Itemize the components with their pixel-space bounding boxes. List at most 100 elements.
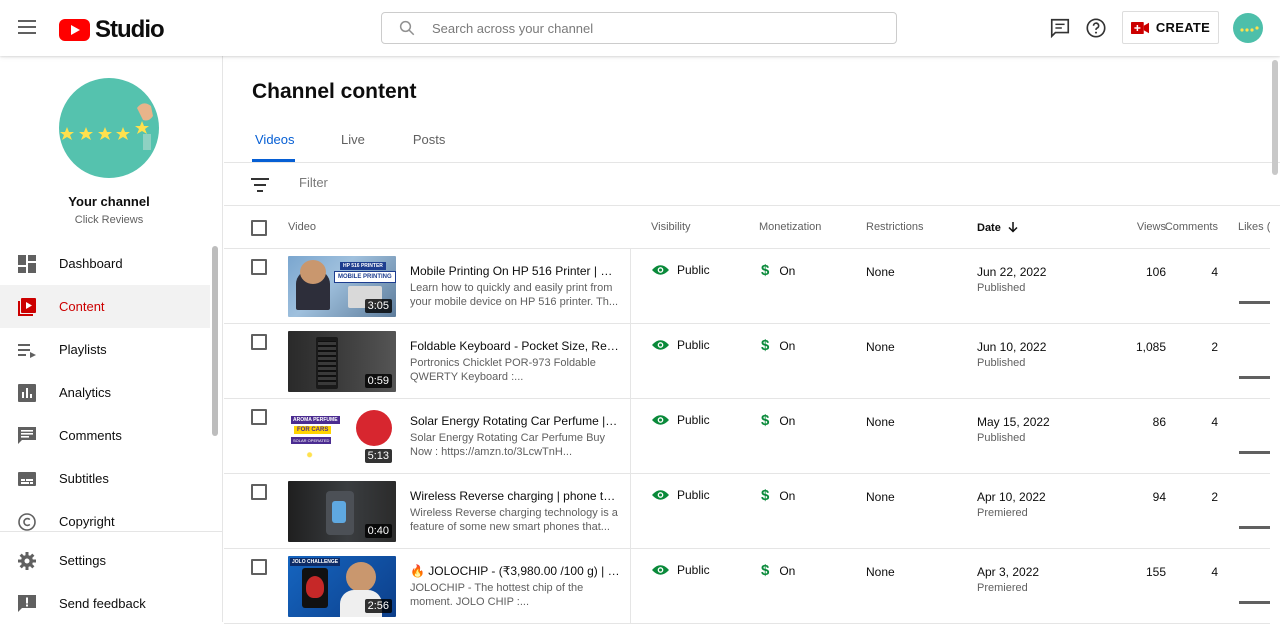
analytics-icon — [18, 383, 36, 402]
comments-value[interactable]: 4 — [1211, 265, 1218, 279]
search-input[interactable] — [432, 20, 852, 36]
video-thumbnail[interactable]: 0:59 — [288, 331, 396, 392]
tab-posts[interactable]: Posts — [410, 132, 449, 162]
thumbnail-caption: HP 516 PRINTER — [340, 262, 386, 270]
video-thumbnail[interactable]: JOLO CHALLENGE 2:56 — [288, 556, 396, 617]
monetization-status[interactable]: $ On — [761, 412, 795, 429]
channel-title[interactable]: Your channel — [0, 194, 218, 209]
search-bar[interactable] — [381, 12, 897, 44]
visibility-label: Public — [677, 563, 710, 577]
row-checkbox[interactable] — [251, 409, 267, 425]
sidebar-nav: Dashboard Content Playlists Analytics Co… — [0, 242, 210, 543]
visibility-label: Public — [677, 263, 710, 277]
messages-icon[interactable] — [1049, 17, 1071, 39]
help-icon[interactable] — [1085, 17, 1107, 39]
create-button[interactable]: CREATE — [1122, 11, 1219, 44]
date-value: Apr 3, 2022 — [977, 565, 1040, 579]
video-thumbnail[interactable]: HP 516 PRINTER MOBILE PRINTING 3:05 — [288, 256, 396, 317]
dollar-icon: $ — [761, 262, 770, 279]
visibility-status[interactable]: Public — [652, 338, 710, 352]
publish-status: Published — [977, 432, 1026, 444]
comments-value[interactable]: 2 — [1211, 490, 1218, 504]
account-avatar[interactable] — [1233, 13, 1263, 43]
table-row[interactable]: AROMA PERFUME FOR CARS SOLAR OPERATED 5:… — [224, 399, 1270, 474]
table-row[interactable]: JOLO CHALLENGE 2:56 🔥 JOLOCHIP - (₹3,980… — [224, 549, 1270, 624]
sidebar-item-analytics[interactable]: Analytics — [0, 371, 210, 414]
top-bar: Studio CREATE — [0, 0, 1280, 56]
main-scrollbar[interactable] — [1272, 60, 1278, 175]
monetization-status[interactable]: $ On — [761, 262, 795, 279]
comments-value[interactable]: 4 — [1211, 565, 1218, 579]
date-value: May 15, 2022 — [977, 415, 1050, 429]
comments-value[interactable]: 2 — [1211, 340, 1218, 354]
monetization-status[interactable]: $ On — [761, 562, 795, 579]
table-row[interactable]: HP 516 PRINTER MOBILE PRINTING 3:05 Mobi… — [224, 249, 1270, 324]
sidebar-item-playlists[interactable]: Playlists — [0, 328, 210, 371]
sidebar-item-label: Comments — [59, 428, 122, 443]
monetization-status[interactable]: $ On — [761, 337, 795, 354]
video-title[interactable]: Wireless Reverse charging | phone to pho… — [410, 489, 620, 503]
video-duration: 2:56 — [364, 599, 392, 613]
video-thumbnail[interactable]: 0:40 — [288, 481, 396, 542]
thumbnail-caption: MOBILE PRINTING — [334, 271, 396, 283]
sidebar-item-label: Content — [59, 299, 105, 314]
column-visibility[interactable]: Visibility — [651, 221, 691, 233]
tab-videos[interactable]: Videos — [252, 132, 295, 162]
views-value: 106 — [1145, 265, 1166, 279]
row-checkbox[interactable] — [251, 559, 267, 575]
date-value: Jun 10, 2022 — [977, 340, 1047, 354]
tab-live[interactable]: Live — [338, 132, 368, 162]
column-date[interactable]: Date — [977, 221, 1019, 234]
visibility-status[interactable]: Public — [652, 563, 710, 577]
dollar-icon: $ — [761, 337, 770, 354]
video-title[interactable]: Solar Energy Rotating Car Perfume | Car … — [410, 414, 620, 428]
visibility-status[interactable]: Public — [652, 263, 710, 277]
sidebar-item-settings[interactable]: Settings — [0, 540, 210, 581]
thumbnail-face — [346, 562, 376, 592]
youtube-logo-icon — [59, 19, 90, 41]
publish-status: Published — [977, 282, 1026, 294]
sidebar-item-subtitles[interactable]: Subtitles — [0, 457, 210, 500]
menu-icon[interactable] — [18, 20, 36, 34]
column-monetization[interactable]: Monetization — [759, 221, 821, 233]
sidebar-item-copyright[interactable]: Copyright — [0, 500, 210, 543]
video-title[interactable]: Mobile Printing On HP 516 Printer | How … — [410, 264, 620, 278]
column-date-label: Date — [977, 222, 1001, 234]
create-label: CREATE — [1155, 20, 1211, 35]
video-title[interactable]: Foldable Keyboard - Pocket Size, Recharg… — [410, 339, 620, 353]
content-icon — [18, 297, 36, 316]
content-tabs: Videos Live Posts — [252, 132, 448, 162]
dollar-icon: $ — [761, 487, 770, 504]
visibility-status[interactable]: Public — [652, 488, 710, 502]
eye-icon — [652, 340, 669, 350]
publish-status: Premiered — [977, 582, 1028, 594]
video-thumbnail[interactable]: AROMA PERFUME FOR CARS SOLAR OPERATED 5:… — [288, 406, 396, 467]
row-checkbox[interactable] — [251, 334, 267, 350]
channel-avatar[interactable] — [59, 78, 159, 178]
thumbnail-keys — [318, 341, 336, 385]
sidebar-item-send-feedback[interactable]: Send feedback — [0, 581, 210, 626]
select-all-checkbox[interactable] — [251, 220, 267, 236]
filter-icon[interactable] — [251, 178, 269, 192]
column-likes[interactable]: Likes (vs — [1238, 221, 1270, 233]
visibility-status[interactable]: Public — [652, 413, 710, 427]
sidebar-item-dashboard[interactable]: Dashboard — [0, 242, 210, 285]
row-checkbox[interactable] — [251, 484, 267, 500]
monetization-status[interactable]: $ On — [761, 487, 795, 504]
table-row[interactable]: 0:59 Foldable Keyboard - Pocket Size, Re… — [224, 324, 1270, 399]
row-checkbox[interactable] — [251, 259, 267, 275]
column-restrictions[interactable]: Restrictions — [866, 221, 923, 233]
video-title[interactable]: 🔥 JOLOCHIP - (₹3,980.00 /100 g) | JOLO C… — [410, 564, 620, 578]
studio-logo[interactable]: Studio — [59, 16, 165, 44]
sidebar-scrollbar[interactable] — [212, 246, 218, 436]
sidebar-item-label: Copyright — [59, 514, 115, 529]
thumbnail-phone-screen — [332, 501, 346, 523]
filter-input[interactable] — [299, 175, 599, 190]
table-row[interactable]: 0:40 Wireless Reverse charging | phone t… — [224, 474, 1270, 549]
column-divider — [630, 549, 631, 624]
sidebar-item-comments[interactable]: Comments — [0, 414, 210, 457]
column-views[interactable]: Views — [1137, 221, 1166, 233]
column-comments[interactable]: Comments — [1165, 221, 1218, 233]
comments-value[interactable]: 4 — [1211, 415, 1218, 429]
sidebar-item-content[interactable]: Content — [0, 285, 210, 328]
